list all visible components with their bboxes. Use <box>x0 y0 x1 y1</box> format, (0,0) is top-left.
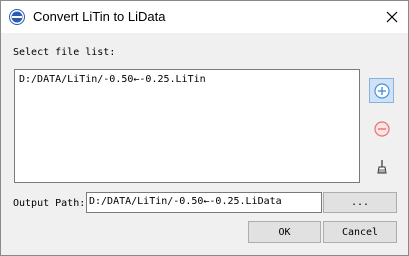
plus-circle-icon <box>373 82 390 99</box>
title-bar: Convert LiTin to LiData <box>1 1 408 33</box>
convert-dialog: Convert LiTin to LiData Select file list… <box>0 0 409 256</box>
file-list[interactable]: D:/DATA/LiTin/-0.50←-0.25.LiTin <box>14 69 360 183</box>
minus-circle-icon <box>373 120 390 137</box>
close-button[interactable] <box>376 1 408 33</box>
list-item[interactable]: D:/DATA/LiTin/-0.50←-0.25.LiTin <box>19 74 206 85</box>
close-icon <box>386 11 398 23</box>
app-logo-icon <box>9 9 25 25</box>
browse-button[interactable]: ... <box>323 192 397 213</box>
remove-file-button[interactable] <box>369 116 394 141</box>
broom-icon <box>376 159 387 173</box>
add-file-button[interactable] <box>369 78 394 103</box>
clear-list-button[interactable] <box>369 154 394 179</box>
select-file-list-label: Select file list: <box>13 47 116 58</box>
ok-button[interactable]: OK <box>248 221 321 243</box>
window-title: Convert LiTin to LiData <box>33 9 166 24</box>
output-path-input[interactable]: D:/DATA/LiTin/-0.50←-0.25.LiData <box>86 192 322 213</box>
output-path-label: Output Path: <box>13 198 86 209</box>
cancel-button[interactable]: Cancel <box>323 221 397 243</box>
